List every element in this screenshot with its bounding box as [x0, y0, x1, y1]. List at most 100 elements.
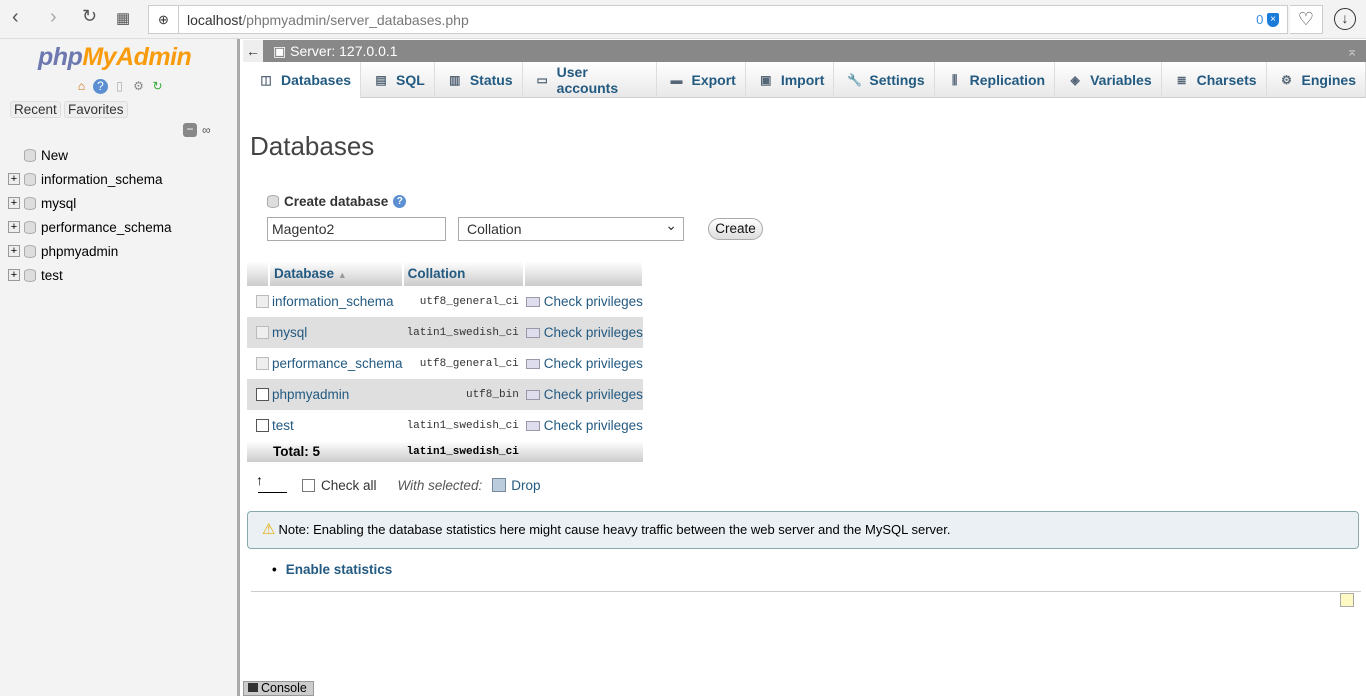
gear-icon[interactable]: ⚙ [131, 79, 146, 94]
console-icon [248, 683, 258, 692]
link-icon[interactable]: ∞ [202, 123, 211, 137]
column-collation[interactable]: Collation [402, 261, 525, 286]
tracker-count: 0 [1256, 11, 1264, 27]
check-privileges-link[interactable]: Check privileges [523, 410, 643, 441]
collapse-sidebar-button[interactable]: ← [243, 40, 263, 62]
server-icon: ▣ [273, 43, 287, 59]
forward-icon[interactable]: › [50, 6, 57, 29]
console-toggle[interactable]: Console [243, 681, 314, 696]
tree-item[interactable]: + performance_schema [8, 215, 172, 239]
expand-icon[interactable]: + [8, 197, 20, 209]
server-breadcrumb[interactable]: ▣ Server: 127.0.0.1 [273, 40, 398, 62]
tab-engines[interactable]: ⚙ Engines [1266, 62, 1366, 98]
variables-icon: ◈ [1070, 72, 1080, 87]
help-icon[interactable]: ? [93, 79, 108, 94]
drop-button[interactable]: Drop [511, 478, 540, 493]
database-icon [24, 196, 36, 210]
docs-icon[interactable]: ▯ [112, 79, 127, 94]
back-icon[interactable]: ‹ [12, 6, 19, 29]
row-checkbox [256, 295, 269, 308]
collapse-all-icon[interactable]: − [183, 123, 197, 137]
tree-item[interactable]: + phpmyadmin [8, 239, 172, 263]
check-privileges-link[interactable]: Check privileges [523, 379, 643, 410]
download-icon[interactable]: ↓ [1334, 8, 1356, 30]
table-row: phpmyadmin utf8_bin Check privileges [247, 379, 643, 410]
collation-value: latin1_swedish_ci [402, 317, 524, 348]
database-name-link[interactable]: mysql [269, 317, 403, 348]
url-path: /phpmyadmin/server_databases.php [242, 11, 469, 28]
home-icon[interactable]: ⌂ [74, 79, 89, 94]
recent-button[interactable]: Recent [10, 101, 61, 118]
favorites-button[interactable]: Favorites [64, 101, 128, 118]
row-checkbox[interactable] [256, 388, 269, 401]
check-all-checkbox[interactable] [302, 478, 315, 492]
tab-databases[interactable]: ◫ Databases [246, 62, 362, 98]
scroll-top-icon[interactable]: ⌅ [1346, 40, 1358, 62]
wrench-icon: 🔧 [847, 72, 863, 87]
export-icon: ▬ [670, 72, 683, 87]
privileges-icon [525, 390, 540, 401]
apps-grid-icon[interactable]: ▦ [116, 9, 130, 27]
tree-item[interactable]: + mysql [8, 191, 172, 215]
database-name-input[interactable]: Magento2 [267, 217, 446, 241]
check-privileges-link[interactable]: Check privileges [523, 348, 643, 379]
tab-user-accounts[interactable]: ▭ User accounts [522, 62, 657, 98]
privileges-icon [525, 359, 540, 370]
tab-export[interactable]: ▬ Export [656, 62, 746, 98]
navigation-sidebar: phpMyAdmin ⌂ ? ▯ ⚙ ↻ Recent Favorites − … [0, 39, 240, 696]
expand-icon[interactable]: + [8, 269, 20, 281]
collation-value: utf8_general_ci [402, 286, 524, 317]
create-button[interactable]: Create [708, 218, 763, 240]
expand-icon[interactable]: + [8, 173, 20, 185]
databases-table: Database ▲ Collation information_schema ut… [247, 261, 644, 462]
enable-statistics-link[interactable]: Enable statistics [272, 562, 393, 577]
engines-icon: ⚙ [1281, 72, 1292, 87]
collation-value: utf8_bin [402, 379, 524, 410]
expand-icon[interactable]: + [8, 245, 20, 257]
tree-item[interactable]: + test [8, 263, 172, 287]
sort-asc-icon: ▲ [337, 270, 347, 280]
server-breadcrumb-bar: ← ▣ Server: 127.0.0.1 ⌅ [243, 40, 1366, 62]
tab-sql[interactable]: ▤ SQL [361, 62, 435, 98]
sticky-note-icon[interactable] [1340, 593, 1354, 607]
table-row: test latin1_swedish_ci Check privileges [247, 410, 643, 441]
shield-icon[interactable]: × [1267, 13, 1279, 28]
reload-icon[interactable]: ↻ [82, 6, 97, 27]
column-database[interactable]: Database ▲ [269, 261, 404, 286]
expand-icon[interactable]: + [8, 221, 20, 233]
row-checkbox[interactable] [256, 419, 269, 432]
database-name-link[interactable]: information_schema [269, 286, 403, 317]
database-tree: New + information_schema + mysql + performa… [8, 143, 172, 287]
total-count: Total: 5 [269, 441, 403, 462]
database-name-link[interactable]: performance_schema [269, 348, 403, 379]
page-title: Databases [250, 131, 375, 161]
heart-icon[interactable]: ♡ [1290, 5, 1323, 34]
tab-import[interactable]: ▣ Import [745, 62, 835, 98]
tab-charsets[interactable]: ≣ Charsets [1161, 62, 1267, 98]
create-db-icon [267, 195, 279, 208]
database-icon [24, 244, 36, 258]
tab-status[interactable]: ▥ Status [434, 62, 523, 98]
collation-select[interactable]: Collation [458, 214, 684, 241]
help-icon[interactable]: ? [393, 195, 407, 208]
reload-icon[interactable]: ↻ [150, 79, 165, 94]
tab-variables[interactable]: ◈ Variables [1055, 62, 1162, 98]
phpmyadmin-logo[interactable]: phpMyAdmin [38, 43, 192, 72]
statistics-note: ⚠ Note: Enabling the database statistics … [247, 511, 1359, 549]
warning-icon: ⚠ [262, 521, 276, 538]
database-name-link[interactable]: test [269, 410, 403, 441]
check-privileges-link[interactable]: Check privileges [523, 286, 643, 317]
check-all-label[interactable]: Check all [321, 478, 377, 493]
address-bar[interactable]: ⊕ localhost/phpmyadmin/server_databases.… [148, 5, 1288, 34]
url-host: localhost [187, 11, 243, 28]
privileges-icon [525, 421, 540, 432]
tab-replication[interactable]: ⫼ Replication [934, 62, 1056, 98]
table-row: performance_schema utf8_general_ci Check p… [247, 348, 643, 379]
charsets-icon: ≣ [1176, 72, 1187, 87]
database-name-link[interactable]: phpmyadmin [269, 379, 403, 410]
tree-item[interactable]: + information_schema [8, 167, 172, 191]
check-privileges-link[interactable]: Check privileges [523, 317, 643, 348]
database-icon: ◫ [260, 73, 272, 87]
tree-item-new[interactable]: New [8, 143, 172, 167]
tab-settings[interactable]: 🔧 Settings [834, 62, 935, 98]
